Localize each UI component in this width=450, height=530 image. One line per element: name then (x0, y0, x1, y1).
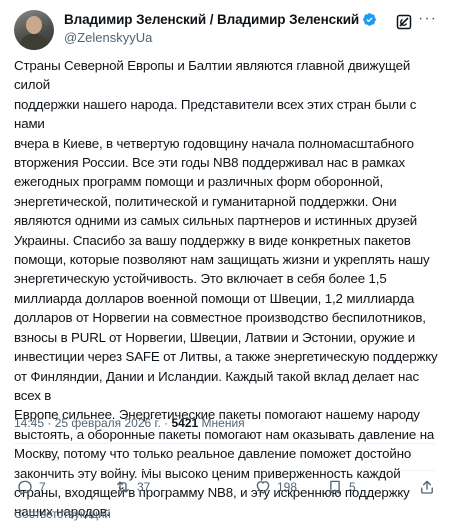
retweet-icon (117, 481, 129, 493)
more-icon[interactable]: ··· (418, 11, 436, 30)
retweet-button[interactable]: 37 (114, 478, 150, 496)
bookmark-icon (330, 480, 340, 494)
author-handle[interactable]: @ZelenskyyUa (64, 30, 377, 45)
like-button[interactable]: 198 (254, 478, 297, 496)
avatar-head (26, 16, 42, 34)
avatar-body (19, 34, 49, 50)
like-count: 198 (277, 480, 298, 494)
grok-icon[interactable] (396, 14, 412, 30)
retweet-count: 37 (137, 480, 151, 494)
meta-separator: · (47, 416, 52, 430)
divider (14, 470, 436, 471)
views-label: Мнения (201, 416, 245, 430)
reply-button[interactable]: 7 (16, 478, 46, 496)
share-button[interactable] (418, 478, 441, 496)
tweet-text: Страны Северной Европы и Балтии являются… (14, 58, 438, 520)
avatar[interactable] (14, 10, 54, 50)
relevant-replies-label[interactable]: Соответствующий (14, 509, 111, 521)
like-icon (256, 481, 270, 494)
display-name[interactable]: Владимир Зеленский / Владимир Зеленский (64, 12, 359, 27)
verified-badge-icon (363, 13, 377, 26)
tweet-meta: 14:45 · 25 февраля 2026 г. · 5421 Мнения (14, 416, 245, 430)
share-icon (421, 480, 433, 494)
author-names: Владимир Зеленский / Владимир Зеленский … (64, 12, 377, 45)
tweet-header: Владимир Зеленский / Владимир Зеленский … (14, 10, 436, 50)
reply-count: 7 (39, 480, 46, 494)
divider (14, 443, 436, 444)
views-count: 5421 (171, 416, 199, 430)
action-bar: 7 37 198 5 (14, 478, 438, 502)
meta-separator: · (164, 416, 169, 430)
bookmark-button[interactable]: 5 (326, 478, 356, 496)
reply-icon (18, 480, 32, 495)
tweet-time[interactable]: 14:45 (14, 416, 44, 430)
display-name-row: Владимир Зеленский / Владимир Зеленский (64, 12, 377, 27)
tweet-date[interactable]: 25 февраля 2026 г. (55, 416, 161, 430)
bookmark-count: 5 (349, 480, 356, 494)
